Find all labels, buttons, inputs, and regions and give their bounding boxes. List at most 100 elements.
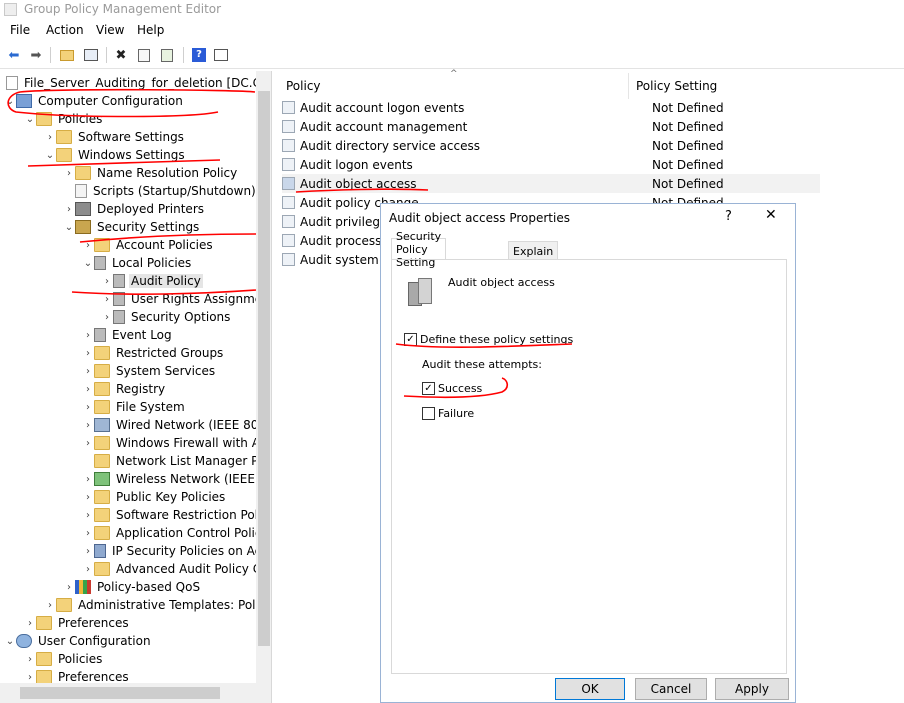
- chevron-right-icon[interactable]: ›: [82, 564, 94, 575]
- show-hide-tree-icon[interactable]: [82, 46, 100, 64]
- chevron-right-icon[interactable]: ›: [101, 276, 113, 287]
- tree-deployed-printers[interactable]: › Deployed Printers: [63, 200, 206, 218]
- forward-arrow-icon[interactable]: ➡: [27, 46, 45, 64]
- help-button[interactable]: ?: [725, 209, 732, 224]
- tree-vertical-scrollbar[interactable]: [256, 71, 271, 703]
- chevron-right-icon[interactable]: ›: [82, 348, 94, 359]
- tree-advanced-audit[interactable]: › Advanced Audit Policy Co: [82, 560, 270, 578]
- failure-checkbox[interactable]: [422, 407, 435, 420]
- tree-security-settings[interactable]: ⌄ Security Settings: [63, 218, 201, 236]
- tree-policies[interactable]: ⌄ Policies: [24, 110, 104, 128]
- apply-button[interactable]: Apply: [715, 678, 789, 700]
- tree-scripts[interactable]: Scripts (Startup/Shutdown): [63, 182, 258, 200]
- tree-policy-based-qos[interactable]: › Policy-based QoS: [63, 578, 202, 596]
- chevron-right-icon[interactable]: ›: [101, 294, 113, 305]
- tree-restricted-groups[interactable]: › Restricted Groups: [82, 344, 225, 362]
- tree-public-key-policies[interactable]: › Public Key Policies: [82, 488, 227, 506]
- chevron-right-icon[interactable]: ›: [82, 420, 94, 431]
- tree-local-policies[interactable]: ⌄ Local Policies: [82, 254, 193, 272]
- scrollbar-thumb[interactable]: [20, 687, 220, 699]
- chevron-down-icon[interactable]: ⌄: [4, 636, 16, 647]
- tree-user-policies[interactable]: › Policies: [24, 650, 104, 668]
- chevron-down-icon[interactable]: ⌄: [24, 114, 36, 125]
- list-row[interactable]: Audit directory service access Not Define…: [282, 136, 820, 155]
- list-row-selected[interactable]: Audit object access Not Defined: [282, 174, 820, 193]
- tree-administrative-templates[interactable]: › Administrative Templates: Policy: [44, 596, 271, 614]
- delete-icon[interactable]: ✖: [112, 46, 130, 64]
- list-row[interactable]: Audit account management Not Defined: [282, 117, 820, 136]
- properties-icon[interactable]: [135, 46, 153, 64]
- tree-software-restriction[interactable]: › Software Restriction Polic: [82, 506, 270, 524]
- tree-audit-policy[interactable]: › Audit Policy: [101, 272, 203, 290]
- tree-account-policies[interactable]: › Account Policies: [82, 236, 215, 254]
- console-tree-icon[interactable]: [212, 46, 230, 64]
- chevron-right-icon[interactable]: ›: [101, 312, 113, 323]
- tab-security-policy-setting[interactable]: Security Policy Setting: [391, 230, 447, 269]
- column-header-setting[interactable]: Policy Setting: [628, 71, 818, 101]
- close-icon[interactable]: ✕: [765, 207, 777, 223]
- chevron-down-icon[interactable]: ⌄: [82, 258, 94, 269]
- chevron-right-icon[interactable]: ›: [44, 132, 56, 143]
- chevron-right-icon[interactable]: ›: [82, 438, 94, 449]
- cancel-button[interactable]: Cancel: [635, 678, 707, 700]
- tab-explain[interactable]: Explain: [508, 241, 559, 260]
- tree-user-rights[interactable]: › User Rights Assignme: [101, 290, 264, 308]
- tree-computer-configuration[interactable]: ⌄ Computer Configuration: [4, 92, 185, 110]
- tree-application-control[interactable]: › Application Control Polic: [82, 524, 263, 542]
- define-settings-label[interactable]: Define these policy settings: [420, 333, 573, 346]
- tree-software-settings[interactable]: › Software Settings: [44, 128, 186, 146]
- help-icon[interactable]: ?: [190, 46, 208, 64]
- chevron-right-icon[interactable]: ›: [82, 384, 94, 395]
- chevron-down-icon[interactable]: ⌄: [63, 222, 75, 233]
- tree-system-services[interactable]: › System Services: [82, 362, 217, 380]
- list-row[interactable]: Audit logon events Not Defined: [282, 155, 820, 174]
- chevron-right-icon[interactable]: ›: [82, 546, 94, 557]
- success-checkbox[interactable]: ✓: [422, 382, 435, 395]
- tree-wireless-network[interactable]: › Wireless Network (IEEE 80: [82, 470, 271, 488]
- ok-button[interactable]: OK: [555, 678, 625, 700]
- tree-wired-network[interactable]: › Wired Network (IEEE 802.3: [82, 416, 271, 434]
- chevron-right-icon[interactable]: ›: [82, 330, 94, 341]
- menu-file[interactable]: File: [10, 23, 30, 37]
- chevron-right-icon[interactable]: ›: [82, 528, 94, 539]
- success-label[interactable]: Success: [438, 382, 482, 395]
- chevron-right-icon[interactable]: ›: [82, 492, 94, 503]
- up-folder-icon[interactable]: [58, 46, 76, 64]
- scrollbar-thumb[interactable]: [258, 91, 270, 646]
- tree-network-list-manager[interactable]: Network List Manager Po: [82, 452, 267, 470]
- chevron-right-icon[interactable]: ›: [82, 510, 94, 521]
- tree-ip-security[interactable]: › IP Security Policies on Ac: [82, 542, 263, 560]
- tree-user-configuration[interactable]: ⌄ User Configuration: [4, 632, 153, 650]
- chevron-right-icon[interactable]: ›: [82, 402, 94, 413]
- chevron-right-icon[interactable]: ›: [82, 240, 94, 251]
- chevron-right-icon[interactable]: ›: [82, 474, 94, 485]
- chevron-down-icon[interactable]: ⌄: [44, 150, 56, 161]
- chevron-down-icon[interactable]: ⌄: [4, 96, 16, 107]
- tree-root[interactable]: File_Server_Auditing_for_deletion [DC.CO…: [6, 74, 271, 92]
- chevron-right-icon[interactable]: ›: [63, 168, 75, 179]
- tree-preferences-computer[interactable]: › Preferences: [24, 614, 131, 632]
- define-settings-checkbox[interactable]: ✓: [404, 333, 417, 346]
- menu-help[interactable]: Help: [137, 23, 164, 37]
- tree-registry[interactable]: › Registry: [82, 380, 167, 398]
- tree-windows-firewall[interactable]: › Windows Firewall with Ac: [82, 434, 268, 452]
- list-row[interactable]: Audit account logon events Not Defined: [282, 98, 820, 117]
- chevron-right-icon[interactable]: ›: [82, 366, 94, 377]
- chevron-right-icon[interactable]: ›: [44, 600, 56, 611]
- failure-label[interactable]: Failure: [438, 407, 474, 420]
- tree-event-log[interactable]: › Event Log: [82, 326, 174, 344]
- chevron-right-icon[interactable]: ›: [24, 654, 36, 665]
- menu-action[interactable]: Action: [46, 23, 84, 37]
- export-icon[interactable]: [158, 46, 176, 64]
- menu-view[interactable]: View: [96, 23, 124, 37]
- chevron-right-icon[interactable]: ›: [63, 204, 75, 215]
- tree-horizontal-scrollbar[interactable]: [0, 683, 256, 703]
- chevron-right-icon[interactable]: ›: [24, 618, 36, 629]
- tree-windows-settings[interactable]: ⌄ Windows Settings: [44, 146, 187, 164]
- tree-security-options[interactable]: › Security Options: [101, 308, 232, 326]
- tree-name-resolution-policy[interactable]: › Name Resolution Policy: [63, 164, 239, 182]
- tree-file-system[interactable]: › File System: [82, 398, 187, 416]
- chevron-right-icon[interactable]: ›: [24, 672, 36, 683]
- back-arrow-icon[interactable]: ⬅: [5, 46, 23, 64]
- chevron-right-icon[interactable]: ›: [63, 582, 75, 593]
